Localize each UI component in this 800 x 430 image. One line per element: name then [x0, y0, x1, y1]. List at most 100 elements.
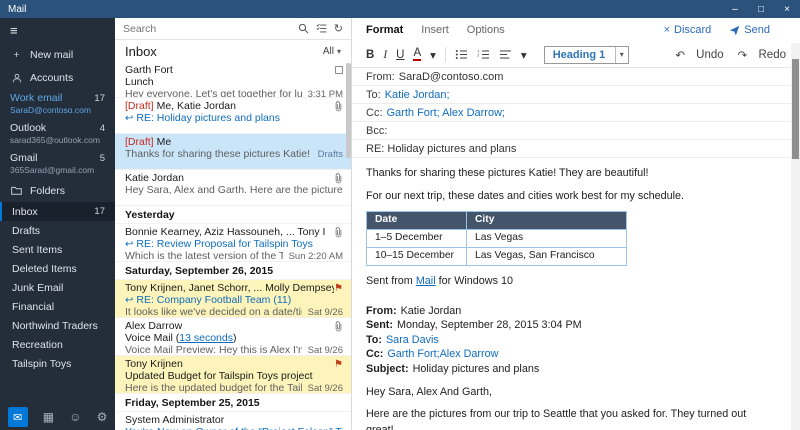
- compose-pane: Format Insert Options × Discard Send: [352, 18, 800, 430]
- message-row-katie-jordan[interactable]: Katie Jordan Hey Sara, Alex and Garth. H…: [115, 170, 351, 206]
- message-row-draft-katie[interactable]: [Draft] Me, Katie Jordan ↩ RE: Holiday p…: [115, 98, 351, 134]
- compose-scrollbar-thumb[interactable]: [792, 59, 799, 159]
- table-row: 10–15 December Las Vegas, San Francisco: [367, 248, 627, 266]
- tab-options[interactable]: Options: [467, 24, 505, 36]
- font-color-button[interactable]: A: [413, 48, 421, 61]
- close-button[interactable]: ×: [774, 0, 800, 18]
- search-icon[interactable]: [298, 23, 309, 34]
- underline-button[interactable]: U: [396, 49, 404, 61]
- message-sender: Tony Krijnen, Janet Schorr, ... Molly De…: [125, 282, 334, 294]
- filter-dropdown[interactable]: All ▾: [323, 46, 341, 57]
- ribbon-tabs: Format Insert Options × Discard Send: [352, 18, 800, 42]
- sidebar-item-junk-email[interactable]: Junk Email: [0, 278, 115, 297]
- calendar-icon[interactable]: ▦: [43, 410, 54, 424]
- message-row-tony-budget[interactable]: Tony Krijnen ⚑ Updated Budget for Tailsp…: [115, 356, 351, 394]
- minimize-button[interactable]: –: [722, 0, 748, 18]
- list-scrollbar-thumb[interactable]: [346, 63, 351, 158]
- bullet-list-icon[interactable]: [455, 49, 468, 60]
- account-work-email[interactable]: Work email 17 SaraD@contoso.com: [0, 89, 115, 119]
- account-email: 365Sarad@gmail.com: [10, 165, 105, 175]
- message-subject: ): [233, 332, 237, 344]
- maximize-button[interactable]: □: [748, 0, 774, 18]
- sidebar-item-northwind-traders[interactable]: Northwind Traders: [0, 316, 115, 335]
- feedback-icon[interactable]: ☺: [69, 410, 81, 424]
- itinerary-table: Date City 1–5 December Las Vegas 10–15 D…: [366, 211, 627, 266]
- quoted-to-label: To:: [366, 334, 382, 346]
- checkbox-icon[interactable]: [335, 66, 343, 74]
- message-sender: Bonnie Kearney, Aziz Hassouneh, ... Tony…: [125, 226, 325, 238]
- selection-mode-icon[interactable]: [316, 23, 327, 34]
- message-row-draft-me-selected[interactable]: [Draft] Me Thanks for sharing these pict…: [115, 134, 351, 170]
- mail-link[interactable]: Mail: [416, 275, 436, 287]
- cc-label: Cc:: [366, 107, 383, 119]
- formatting-toolbar: B I U A ▾ 12 ▾ Heading 1 ▾: [352, 42, 800, 68]
- sidebar-item-sent-items[interactable]: Sent Items: [0, 240, 115, 259]
- accounts-header[interactable]: Accounts: [0, 66, 115, 89]
- hamburger-menu-button[interactable]: ≡: [0, 18, 115, 43]
- settings-gear-icon[interactable]: ⚙: [97, 410, 108, 424]
- cc-field[interactable]: Cc: Garth Fort; Alex Darrow;: [352, 104, 800, 122]
- style-selector[interactable]: Heading 1 ▾: [544, 46, 629, 64]
- tab-format[interactable]: Format: [366, 24, 403, 36]
- sidebar-item-financial[interactable]: Financial: [0, 297, 115, 316]
- account-name: Gmail: [10, 152, 37, 164]
- mail-icon[interactable]: ✉: [8, 407, 28, 427]
- sidebar-item-deleted-items[interactable]: Deleted Items: [0, 259, 115, 278]
- table-header-row: Date City: [367, 212, 627, 230]
- subject-field[interactable]: RE: Holiday pictures and plans: [352, 140, 800, 158]
- cc-value[interactable]: Garth Fort; Alex Darrow;: [387, 107, 506, 119]
- undo-button[interactable]: ↶ Undo: [675, 48, 723, 62]
- discard-button[interactable]: × Discard: [664, 24, 712, 36]
- sidebar-item-drafts[interactable]: Drafts: [0, 221, 115, 240]
- numbered-list-icon[interactable]: 12: [477, 49, 490, 60]
- message-subject: You're Now an Owner of the “Project Falc…: [125, 426, 343, 430]
- message-row-system-admin[interactable]: System Administrator You're Now an Owner…: [115, 412, 351, 430]
- message-row-garth-fort[interactable]: Garth Fort Lunch Hey everyone, Let's get…: [115, 62, 351, 98]
- send-button[interactable]: Send: [729, 24, 770, 36]
- redo-button[interactable]: ↷ Redo: [738, 48, 786, 62]
- to-value[interactable]: Katie Jordan;: [385, 89, 450, 101]
- folder-name: Drafts: [12, 225, 40, 237]
- sidebar-item-inbox[interactable]: Inbox 17: [0, 202, 115, 221]
- message-sender: Katie Jordan: [125, 172, 184, 184]
- voicemail-duration-link[interactable]: 13 seconds: [179, 332, 233, 344]
- quoted-cc-value[interactable]: Garth Fort;Alex Darrow: [387, 348, 498, 360]
- sync-icon[interactable]: ↻: [334, 22, 343, 35]
- font-options-chevron-icon[interactable]: ▾: [430, 48, 436, 62]
- search-input[interactable]: [123, 23, 291, 35]
- bcc-field[interactable]: Bcc:: [352, 122, 800, 140]
- message-preview: Thanks for sharing these pictures Katie!…: [125, 148, 312, 160]
- folders-header[interactable]: Folders: [0, 179, 115, 202]
- draft-label: [Draft]: [125, 100, 154, 112]
- flag-icon[interactable]: ⚑: [334, 283, 343, 294]
- chevron-down-icon: ▾: [615, 47, 628, 63]
- sidebar-item-recreation[interactable]: Recreation: [0, 335, 115, 354]
- body-paragraph: For our next trip, these dates and citie…: [366, 189, 774, 205]
- compose-scrollbar[interactable]: [791, 43, 800, 430]
- flag-icon[interactable]: ⚑: [334, 359, 343, 370]
- message-time: 3:31 PM: [308, 89, 343, 99]
- new-mail-button[interactable]: + New mail: [0, 43, 115, 66]
- bold-button[interactable]: B: [366, 49, 374, 61]
- message-row-alex-voicemail[interactable]: Alex Darrow Voice Mail (13 seconds) Voic…: [115, 318, 351, 356]
- signature-text: Sent from: [366, 275, 416, 287]
- account-outlook[interactable]: Outlook 4 sarad365@outlook.com: [0, 119, 115, 149]
- date-separator-friday: Friday, September 25, 2015: [115, 394, 351, 412]
- message-rows: Garth Fort Lunch Hey everyone, Let's get…: [115, 62, 351, 430]
- account-gmail[interactable]: Gmail 5 365Sarad@gmail.com: [0, 149, 115, 179]
- paragraph-options-chevron-icon[interactable]: ▾: [521, 48, 527, 62]
- quoted-to-value[interactable]: Sara Davis: [386, 334, 439, 346]
- alignment-icon[interactable]: [499, 49, 512, 60]
- to-field[interactable]: To: Katie Jordan;: [352, 86, 800, 104]
- italic-button[interactable]: I: [383, 49, 387, 61]
- message-body-editor[interactable]: Thanks for sharing these pictures Katie!…: [352, 158, 800, 430]
- plus-icon: +: [10, 49, 23, 61]
- sidebar-item-tailspin-toys[interactable]: Tailspin Toys: [0, 354, 115, 373]
- message-list-pane: ↻ Inbox All ▾ Garth Fort Lunch Hey: [115, 18, 352, 430]
- date-separator-yesterday: Yesterday: [115, 206, 351, 224]
- message-row-bonnie[interactable]: Bonnie Kearney, Aziz Hassouneh, ... Tony…: [115, 224, 351, 262]
- signature-line: Sent from Mail for Windows 10: [366, 274, 774, 290]
- tab-insert[interactable]: Insert: [421, 24, 449, 36]
- from-field[interactable]: From: SaraD@contoso.com: [352, 68, 800, 86]
- message-row-tony-football[interactable]: Tony Krijnen, Janet Schorr, ... Molly De…: [115, 280, 351, 318]
